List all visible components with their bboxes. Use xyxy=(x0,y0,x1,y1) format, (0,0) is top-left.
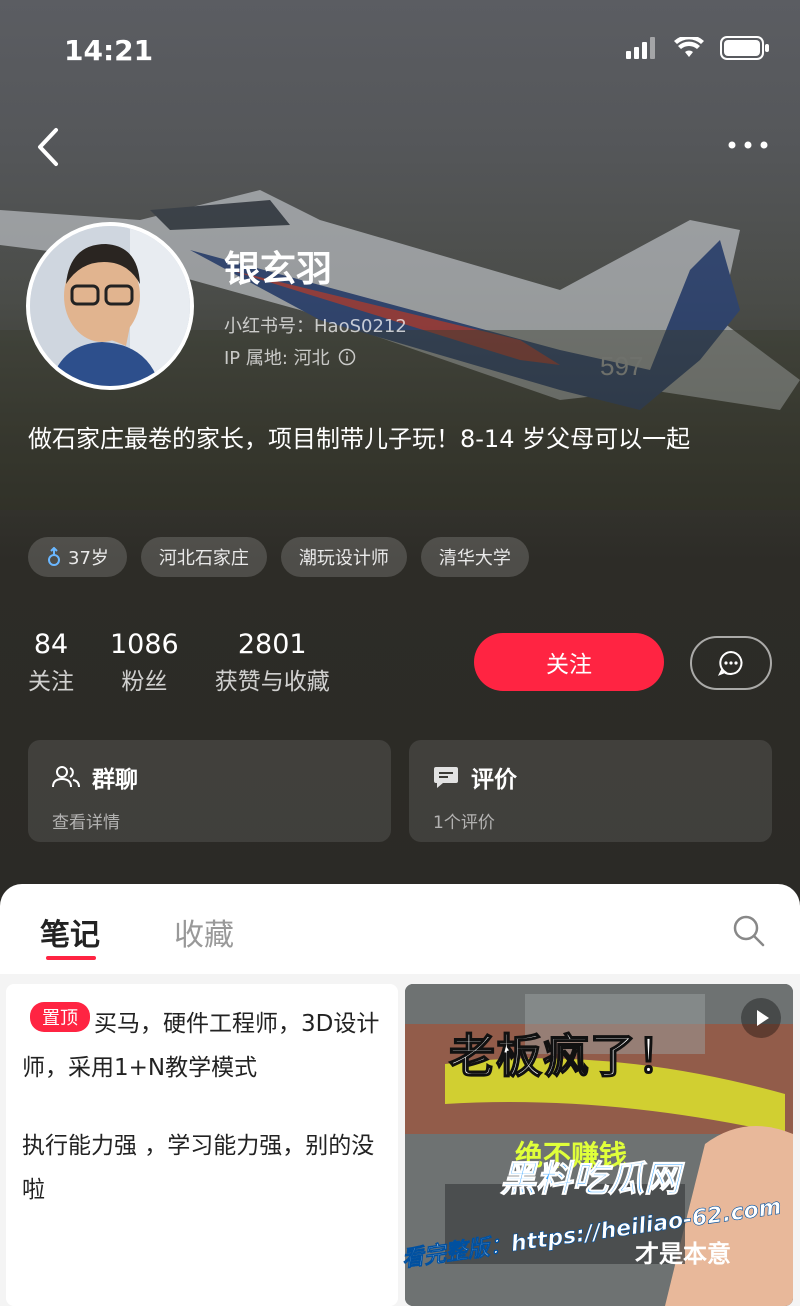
stat-likes-num: 2801 xyxy=(237,629,307,660)
group-chat-title-text: 群聊 xyxy=(92,767,138,793)
stat-followers-num: 1086 xyxy=(110,629,179,660)
ip-location: IP 属地: 河北 xyxy=(224,344,356,370)
group-icon xyxy=(52,766,80,788)
battery-icon xyxy=(720,36,769,60)
message-button[interactable] xyxy=(690,636,772,690)
info-icon[interactable] xyxy=(338,348,356,366)
group-chat-card[interactable]: 群聊 查看详情 xyxy=(28,740,391,842)
group-chat-sub: 查看详情 xyxy=(52,813,120,833)
follow-button[interactable]: 关注 xyxy=(474,633,664,691)
tag-age-label: 37岁 xyxy=(68,548,109,569)
tab-notes[interactable]: 笔记 xyxy=(40,910,100,954)
tag-school: 清华大学 xyxy=(420,537,529,577)
profile-bio: 做石家庄最卷的家长，项目制带儿子玩！8-14 岁父母可以一起 xyxy=(28,425,691,453)
avatar[interactable] xyxy=(26,222,194,390)
active-tab-indicator xyxy=(46,956,96,960)
video-play-icon xyxy=(741,998,781,1038)
stat-followers[interactable]: 1086 粉丝 xyxy=(110,628,179,702)
review-sub: 1个评价 xyxy=(433,813,495,833)
stat-likes[interactable]: 2801 获赞与收藏 xyxy=(215,628,330,702)
status-icons xyxy=(626,36,770,60)
red-id-label: 小红书号： xyxy=(224,316,314,337)
tag-occupation: 潮玩设计师 xyxy=(280,537,407,577)
notes-feed: 置顶 买马，硬件工程师，3D设计师，采用1+N教学模式 执行能力强 ，学习能力强… xyxy=(0,974,800,1306)
search-icon[interactable] xyxy=(732,914,766,948)
video-caption: 才是本意 xyxy=(635,1240,731,1268)
review-title-text: 评价 xyxy=(471,767,517,793)
signal-icon xyxy=(626,37,655,59)
note-line-2: 执行能力强 ，学习能力强，别的没啦 xyxy=(22,1133,375,1203)
avatar-portrait-image xyxy=(30,226,190,386)
tag-age: 37岁 xyxy=(28,537,127,577)
tag-location-label: 河北石家庄 xyxy=(158,548,249,569)
male-icon xyxy=(48,547,60,566)
stat-following[interactable]: 84 关注 xyxy=(28,628,74,702)
profile-cards: 群聊 查看详情 评价 1个评价 xyxy=(28,740,772,842)
stat-following-num: 84 xyxy=(33,629,69,660)
status-time: 14:21 xyxy=(64,34,154,67)
review-card[interactable]: 评价 1个评价 xyxy=(409,740,772,842)
back-arrow-icon[interactable] xyxy=(30,122,70,172)
comment-icon xyxy=(434,767,458,788)
red-id-value[interactable]: HaoS0212 xyxy=(314,316,407,337)
note-text: 买马，硬件工程师，3D设计师，采用1+N教学模式 执行能力强 ，学习能力强，别的… xyxy=(22,1002,382,1212)
red-id: 小红书号：HaoS0212 xyxy=(224,312,407,338)
stat-likes-label: 获赞与收藏 xyxy=(214,669,330,695)
tag-occupation-label: 潮玩设计师 xyxy=(298,548,389,569)
more-options-icon[interactable] xyxy=(726,130,770,160)
review-title: 评价 xyxy=(433,760,748,794)
video-title: 老板疯了！ xyxy=(448,1028,684,1084)
group-chat-title: 群聊 xyxy=(52,760,367,794)
stat-followers-label: 粉丝 xyxy=(121,669,168,695)
ip-location-text: IP 属地: 河北 xyxy=(224,348,330,369)
content-tabs: 笔记 收藏 xyxy=(0,884,800,974)
stat-following-label: 关注 xyxy=(28,669,74,695)
status-bar: 14:21 xyxy=(0,0,800,100)
pinned-note-card[interactable]: 置顶 买马，硬件工程师，3D设计师，采用1+N教学模式 执行能力强 ，学习能力强… xyxy=(6,984,398,1306)
tab-favorites[interactable]: 收藏 xyxy=(174,910,234,954)
tag-school-label: 清华大学 xyxy=(438,548,511,569)
profile-name: 银玄羽 xyxy=(224,249,333,290)
chat-bubble-icon xyxy=(717,650,743,676)
pinned-badge: 置顶 xyxy=(30,1002,90,1032)
wifi-icon xyxy=(674,37,704,57)
tag-location: 河北石家庄 xyxy=(140,537,267,577)
watermark-site-name: 黑料吃瓜网 xyxy=(499,1159,681,1201)
profile-tags: 37岁 河北石家庄 潮玩设计师 清华大学 xyxy=(28,537,529,577)
profile-stats: 84 关注 1086 粉丝 2801 获赞与收藏 xyxy=(28,628,330,702)
